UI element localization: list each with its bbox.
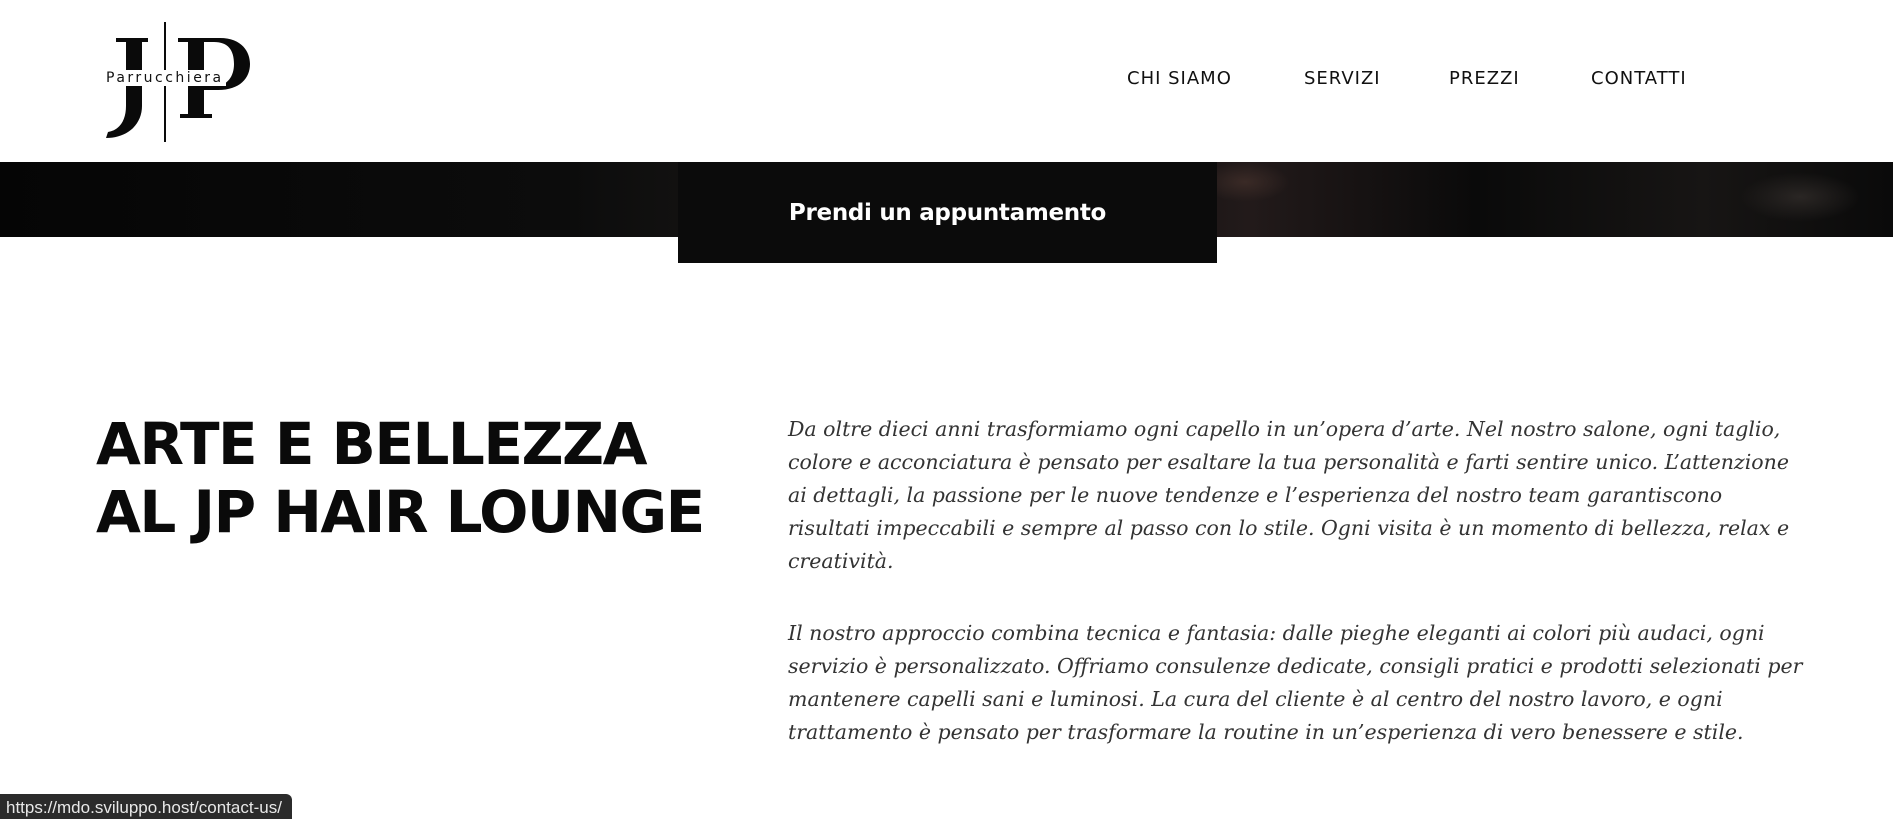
book-appointment-button[interactable]: Prendi un appuntamento bbox=[678, 162, 1217, 263]
approach-paragraph: Il nostro approccio combina tecnica e fa… bbox=[788, 621, 1803, 744]
book-appointment-label: Prendi un appuntamento bbox=[788, 199, 1107, 226]
nav-contatti[interactable]: CONTATTI bbox=[1591, 68, 1687, 89]
page-headline: ARTE E BELLEZZA AL JP HAIR LOUNGE bbox=[96, 410, 705, 546]
nav-chi-siamo[interactable]: CHI SIAMO bbox=[1127, 68, 1232, 89]
nav-prezzi[interactable]: PREZZI bbox=[1449, 68, 1520, 89]
jp-logo[interactable]: Parrucchiera bbox=[100, 20, 260, 144]
nav-servizi[interactable]: SERVIZI bbox=[1304, 68, 1381, 89]
hero-image-detail bbox=[1740, 172, 1860, 222]
logo-tagline: Parrucchiera bbox=[104, 70, 226, 86]
intro-paragraph: Da oltre dieci anni trasformiamo ogni ca… bbox=[788, 417, 1790, 573]
link-preview-statusbar: https://mdo.sviluppo.host/contact-us/ bbox=[0, 794, 292, 819]
site-header: Parrucchiera CHI SIAMO SERVIZI PREZZI CO… bbox=[0, 0, 1893, 162]
